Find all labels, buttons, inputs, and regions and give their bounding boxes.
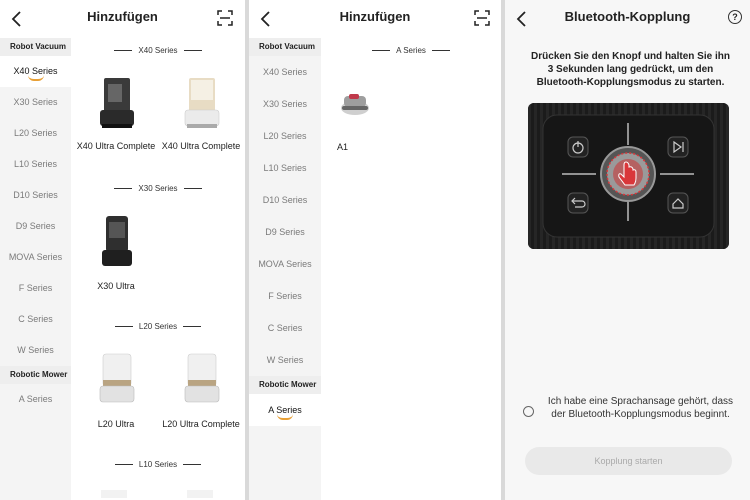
scan-icon[interactable] <box>217 10 233 26</box>
control-panel-illustration <box>528 103 729 249</box>
product-image <box>102 216 132 266</box>
help-icon[interactable]: ? <box>728 10 742 24</box>
sidebar-item-x30-series[interactable]: X30 Series <box>0 87 71 118</box>
confirm-text[interactable]: Ich habe eine Sprachansage gehört, dass … <box>545 395 736 421</box>
section-header-l20: L20 Series <box>71 322 245 331</box>
sidebar-item-f-series[interactable]: F Series <box>0 273 71 304</box>
sidebar-item-mova-series[interactable]: MOVA Series <box>0 242 71 273</box>
sidebar-group-robot-vacuum: Robot Vacuum <box>0 38 71 56</box>
product-name: L20 Ultra Complete <box>162 419 240 429</box>
top-bar: Hinzufügen <box>0 0 245 38</box>
sidebar-item-mova-series[interactable]: MOVA Series <box>249 248 321 280</box>
product-image <box>184 353 220 403</box>
start-pairing-button[interactable]: Kopplung starten <box>525 447 732 475</box>
product-image <box>184 78 220 128</box>
sidebar-item-c-series[interactable]: C Series <box>249 312 321 344</box>
section-header-a-series: A Series <box>321 46 501 55</box>
sidebar-item-f-series[interactable]: F Series <box>249 280 321 312</box>
sidebar-group-robotic-mower: Robotic Mower <box>0 366 71 384</box>
section-header-l10: L10 Series <box>71 460 245 469</box>
add-device-screen-1: Hinzufügen Robot Vacuum X40 Series X30 S… <box>0 0 245 500</box>
product-name: L20 Ultra <box>97 419 135 429</box>
sidebar-item-w-series[interactable]: W Series <box>249 344 321 376</box>
product-image <box>100 78 134 128</box>
top-bar: Bluetooth-Kopplung ? <box>505 0 750 38</box>
sidebar-item-l10-series[interactable]: L10 Series <box>0 149 71 180</box>
top-bar: Hinzufügen <box>249 0 501 38</box>
section-header-x40: X40 Series <box>71 46 245 55</box>
sidebar-item-l20-series[interactable]: L20 Series <box>249 120 321 152</box>
sidebar-item-d10-series[interactable]: D10 Series <box>249 184 321 216</box>
sidebar-item-a-series[interactable]: A Series <box>249 394 321 426</box>
product-image <box>341 94 369 115</box>
sidebar-group-robotic-mower: Robotic Mower <box>249 376 321 394</box>
product-card-a1[interactable]: A1 <box>331 88 401 152</box>
product-card-x30-ultra[interactable]: X30 Ultra <box>73 212 159 291</box>
product-list: X40 Series X40 Ultra Complete X40 Ultra … <box>71 38 245 500</box>
sidebar-item-x40-series[interactable]: X40 Series <box>0 56 71 87</box>
product-list: A Series A1 <box>321 38 501 500</box>
product-card-x40-ultra-complete-white[interactable]: X40 Ultra Complete <box>158 74 244 151</box>
scan-icon[interactable] <box>474 10 490 26</box>
sidebar-item-a-series[interactable]: A Series <box>0 384 71 415</box>
dock-home-icon <box>667 192 689 214</box>
product-card-l20-ultra[interactable]: L20 Ultra <box>73 350 159 429</box>
sidebar-item-l10-series[interactable]: L10 Series <box>249 152 321 184</box>
product-name: X40 Ultra Complete <box>161 141 241 151</box>
add-device-screen-2: Hinzufügen Robot Vacuum X40 Series X30 S… <box>249 0 501 500</box>
sidebar-item-x30-series[interactable]: X30 Series <box>249 88 321 120</box>
section-header-x30: X30 Series <box>71 184 245 193</box>
sidebar-item-c-series[interactable]: C Series <box>0 304 71 335</box>
product-image-partial <box>187 490 213 498</box>
sidebar-item-d10-series[interactable]: D10 Series <box>0 180 71 211</box>
play-skip-icon <box>667 136 689 158</box>
bluetooth-pairing-screen: Bluetooth-Kopplung ? Drücken Sie den Kno… <box>505 0 750 500</box>
pairing-instruction: Drücken Sie den Knopf und halten Sie ihn… <box>531 51 730 88</box>
category-sidebar: Robot Vacuum X40 Series X30 Series L20 S… <box>0 38 71 500</box>
product-name: X30 Ultra <box>97 281 135 291</box>
page-title: Hinzufügen <box>339 9 411 24</box>
page-title: Hinzufügen <box>87 9 158 24</box>
product-card-x40-ultra-complete-black[interactable]: X40 Ultra Complete <box>73 74 159 151</box>
confirm-voice-prompt: Ich habe eine Sprachansage gehört, dass … <box>523 395 736 421</box>
confirm-radio[interactable] <box>523 406 534 417</box>
device-control-panel-image <box>528 103 729 249</box>
sidebar-item-l20-series[interactable]: L20 Series <box>0 118 71 149</box>
sidebar-group-robot-vacuum: Robot Vacuum <box>249 38 321 56</box>
return-home-icon <box>567 192 589 214</box>
product-card-l20-ultra-complete[interactable]: L20 Ultra Complete <box>158 350 244 429</box>
product-name: A1 <box>337 142 349 152</box>
sidebar-item-w-series[interactable]: W Series <box>0 335 71 366</box>
page-title: Bluetooth-Kopplung <box>564 9 691 24</box>
category-sidebar: Robot Vacuum X40 Series X30 Series L20 S… <box>249 38 321 500</box>
product-image <box>99 353 135 403</box>
product-name: X40 Ultra Complete <box>76 141 156 151</box>
sidebar-item-d9-series[interactable]: D9 Series <box>0 211 71 242</box>
product-image-partial <box>101 490 127 498</box>
sidebar-item-d9-series[interactable]: D9 Series <box>249 216 321 248</box>
sidebar-item-x40-series[interactable]: X40 Series <box>249 56 321 88</box>
power-icon <box>567 136 589 158</box>
